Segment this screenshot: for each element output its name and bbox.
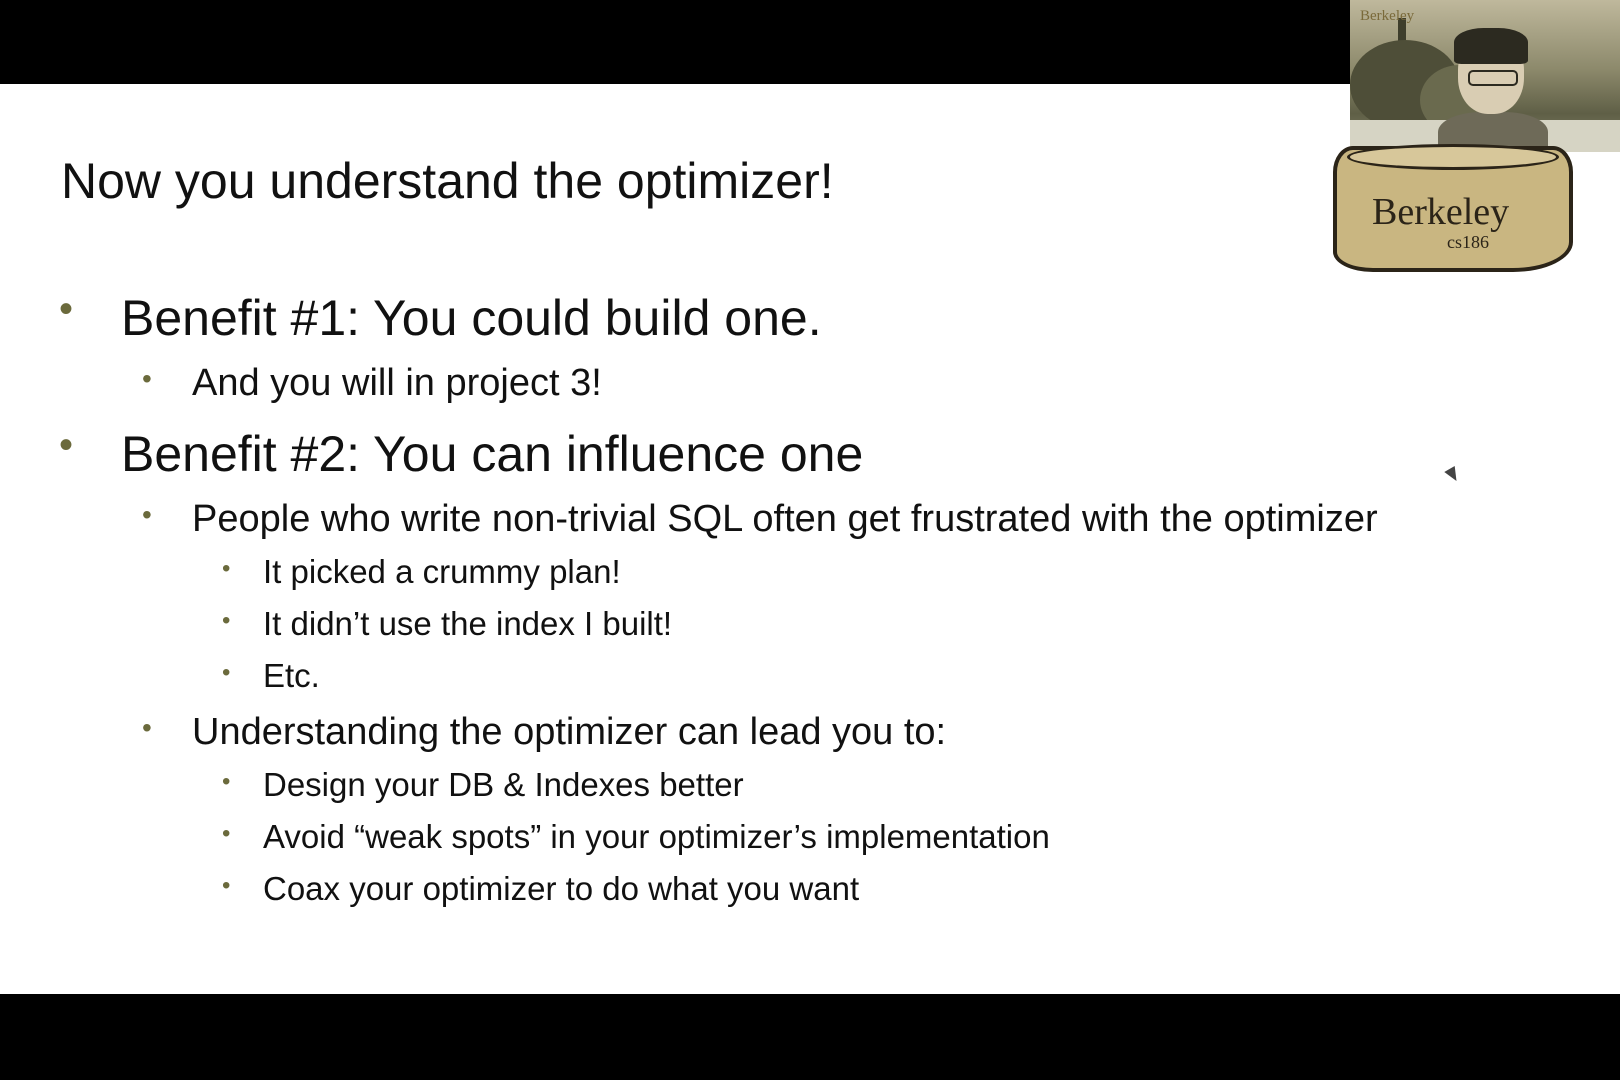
bullet-benefit-1: • Benefit #1: You could build one. xyxy=(59,287,822,347)
webcam-overlay: Berkeley xyxy=(1350,0,1620,152)
bullet-dot: • xyxy=(222,607,231,634)
bullet-dot: • xyxy=(222,555,231,582)
bullet-dot: • xyxy=(142,363,152,394)
bullet-frustrated: • People who write non-trivial SQL often… xyxy=(142,498,1378,541)
bullet-dot: • xyxy=(59,423,74,467)
bullet-benefit-2: • Benefit #2: You can influence one xyxy=(59,423,864,483)
bullet-coax: • Coax your optimizer to do what you wan… xyxy=(222,870,860,908)
bullet-dot: • xyxy=(142,499,152,530)
bullet-text: Etc. xyxy=(263,657,320,694)
presenter-hair xyxy=(1454,28,1528,64)
bullet-text: Benefit #2: You can influence one xyxy=(121,426,864,482)
bullet-design-db: • Design your DB & Indexes better xyxy=(222,766,744,804)
bullet-text: Avoid “weak spots” in your optimizer’s i… xyxy=(263,818,1050,855)
presenter-glasses xyxy=(1468,70,1518,86)
bullet-dot: • xyxy=(222,659,231,686)
bullet-project-3: • And you will in project 3! xyxy=(142,362,602,405)
bullet-understanding: • Understanding the optimizer can lead y… xyxy=(142,711,947,754)
bullet-text: It didn’t use the index I built! xyxy=(263,605,673,642)
bullet-crummy-plan: • It picked a crummy plan! xyxy=(222,553,621,591)
bullet-text: Design your DB & Indexes better xyxy=(263,766,744,803)
bullet-weak-spots: • Avoid “weak spots” in your optimizer’s… xyxy=(222,818,1050,856)
bullet-text: And you will in project 3! xyxy=(192,362,602,404)
bullet-text: Coax your optimizer to do what you want xyxy=(263,870,860,907)
webcam-corner-label: Berkeley xyxy=(1360,8,1415,24)
bullet-dot: • xyxy=(142,712,152,743)
bottom-letterbox xyxy=(0,994,1620,1080)
bullet-text: Understanding the optimizer can lead you… xyxy=(192,711,947,753)
berkeley-cs186-badge: Berkeley cs186 xyxy=(1333,144,1573,272)
bullet-dot: • xyxy=(59,287,74,331)
bullet-etc: • Etc. xyxy=(222,657,320,695)
bullet-dot: • xyxy=(222,820,231,847)
bullet-dot: • xyxy=(222,768,231,795)
bullet-text: It picked a crummy plan! xyxy=(263,553,621,590)
bullet-text: Benefit #1: You could build one. xyxy=(121,290,822,346)
bullet-text: People who write non-trivial SQL often g… xyxy=(192,498,1378,540)
slide-title: Now you understand the optimizer! xyxy=(61,153,834,209)
bullet-dot: • xyxy=(222,872,231,899)
badge-course: cs186 xyxy=(1447,232,1489,252)
badge-word: Berkeley xyxy=(1372,191,1510,233)
bullet-index: • It didn’t use the index I built! xyxy=(222,605,673,643)
